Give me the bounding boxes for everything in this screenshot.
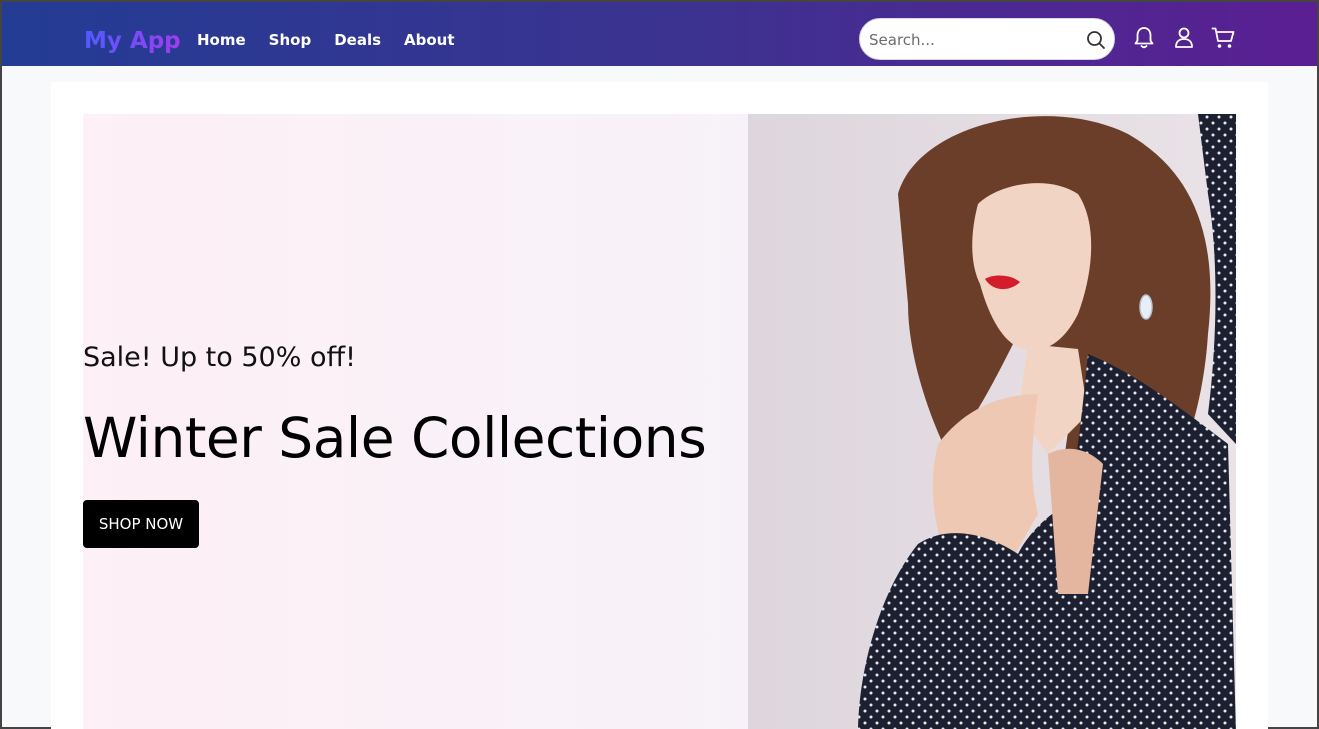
hero-subtitle: Sale! Up to 50% off! [83,342,356,373]
nav-link-home[interactable]: Home [197,30,246,50]
nav-link-deals[interactable]: Deals [334,30,381,50]
search-bar [859,18,1115,60]
nav-link-about[interactable]: About [404,30,455,50]
hero-title: Winter Sale Collections [83,406,707,470]
navbar: My App Home Shop Deals About [2,2,1317,66]
hero-image [748,114,1236,729]
app-logo[interactable]: My App [84,26,181,56]
nav-link-shop[interactable]: Shop [269,30,312,50]
main-nav: Home Shop Deals About [197,30,478,50]
cart-icon[interactable] [1210,25,1236,51]
bell-icon[interactable] [1131,25,1157,51]
shop-now-button[interactable]: SHOP NOW [83,500,199,548]
search-input[interactable] [869,29,1069,51]
search-icon[interactable] [1086,30,1106,50]
hero-banner: Sale! Up to 50% off! Winter Sale Collect… [83,114,1236,729]
user-icon[interactable] [1171,25,1197,51]
